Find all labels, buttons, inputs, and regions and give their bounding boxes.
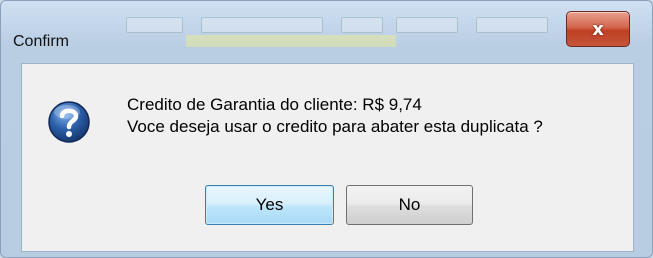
background-window-glimpse [106,13,551,47]
no-button[interactable]: No [346,185,473,225]
yes-button[interactable]: Yes [205,185,334,225]
dialog-title: Confirm [13,33,70,50]
confirm-dialog: Confirm x Credito de Garantia do cliente… [0,0,653,258]
question-icon [48,101,90,143]
close-icon: x [592,18,604,40]
close-button[interactable]: x [566,11,630,47]
message-text: Credito de Garantia do cliente: R$ 9,74 … [127,94,543,138]
message-line-1: Credito de Garantia do cliente: R$ 9,74 [127,95,422,114]
title-bar[interactable]: Confirm x [1,1,652,61]
dialog-body: Credito de Garantia do cliente: R$ 9,74 … [21,63,634,252]
message-line-2: Voce deseja usar o credito para abater e… [127,117,543,136]
